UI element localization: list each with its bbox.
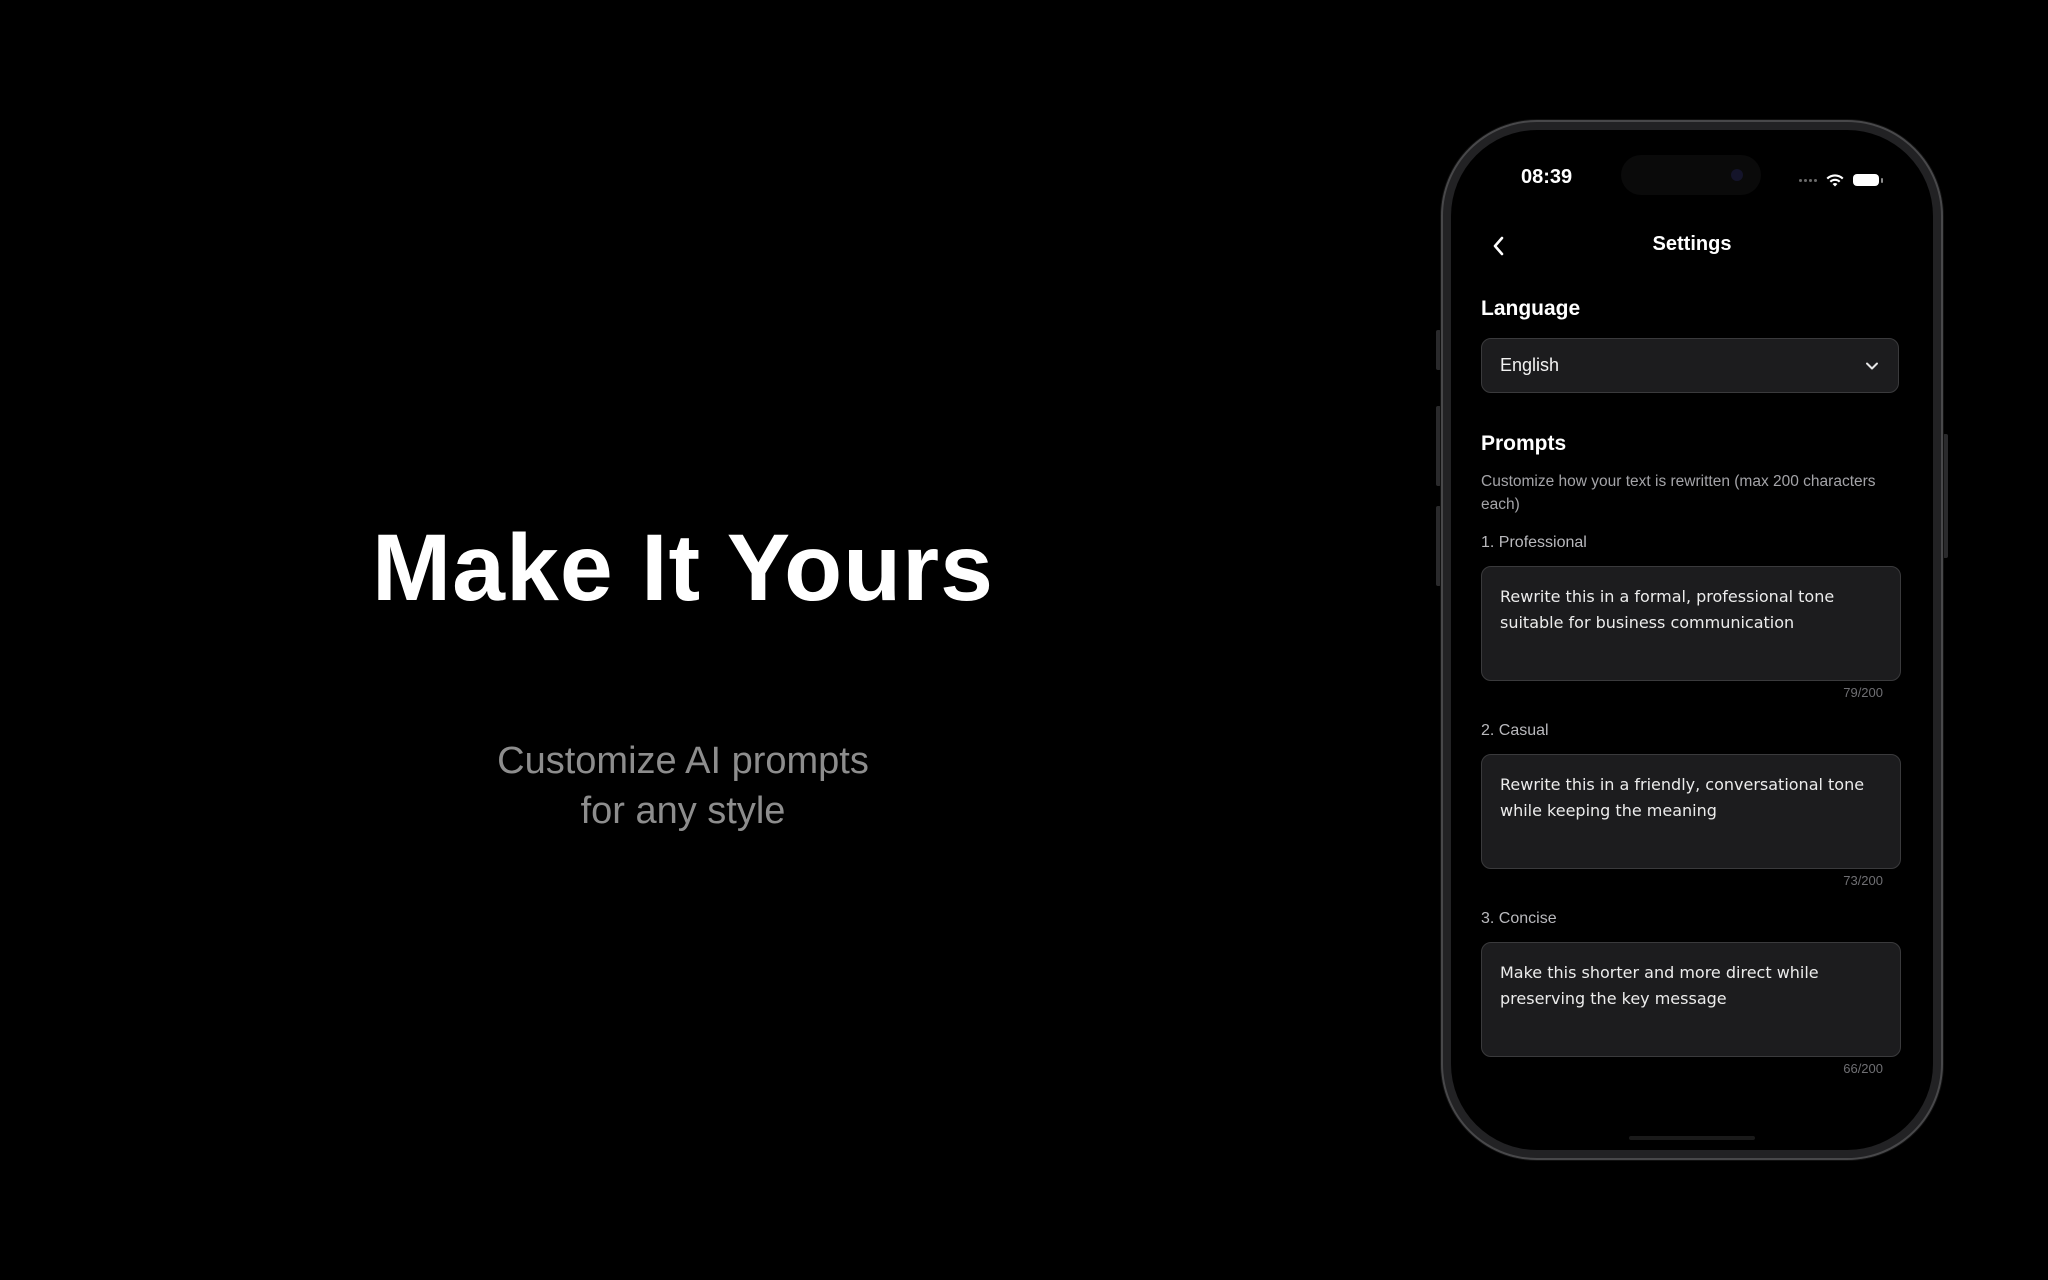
prompt-input-concise[interactable]: Make this shorter and more direct while …: [1481, 942, 1901, 1057]
prompt-label-casual: 2. Casual: [1481, 722, 1549, 739]
prompt-input-casual[interactable]: Rewrite this in a friendly, conversation…: [1481, 754, 1901, 869]
phone-power-button: [1943, 434, 1948, 558]
page-title: Settings: [1652, 233, 1732, 255]
hero-title: Make It Yours: [372, 515, 994, 621]
prompt-input-professional[interactable]: Rewrite this in a formal, professional t…: [1481, 566, 1901, 681]
hero-subtitle-line-2: for any style: [580, 790, 786, 832]
prompt-char-count-professional: 79/200: [1843, 685, 1883, 700]
prompt-char-count-concise: 66/200: [1843, 1061, 1883, 1076]
signal-dots-icon: [1799, 178, 1817, 182]
wifi-icon: [1826, 173, 1844, 186]
prompts-description: Customize how your text is rewritten (ma…: [1481, 473, 1876, 513]
hero-subtitle: Customize AI prompts for any style: [0, 736, 1366, 836]
language-section-title: Language: [1481, 297, 1581, 320]
prompt-label-concise: 3. Concise: [1481, 910, 1557, 927]
battery-icon: [1853, 174, 1883, 186]
phone-screen: 08:39 Settings Language English Prompts …: [1451, 130, 1933, 1150]
language-select-value: English: [1500, 355, 1560, 375]
chevron-down-icon: [1866, 362, 1878, 369]
prompt-char-count-casual: 73/200: [1843, 873, 1883, 888]
language-select[interactable]: English: [1481, 338, 1899, 393]
prompt-label-professional: 1. Professional: [1481, 534, 1587, 551]
status-icons: [1799, 170, 1883, 190]
home-indicator[interactable]: [1629, 1136, 1755, 1140]
front-camera: [1731, 169, 1743, 181]
dynamic-island: [1621, 155, 1761, 195]
hero-subtitle-line-1: Customize AI prompts: [497, 740, 869, 782]
status-time: 08:39: [1521, 166, 1573, 188]
prompts-section-title: Prompts: [1481, 432, 1567, 455]
